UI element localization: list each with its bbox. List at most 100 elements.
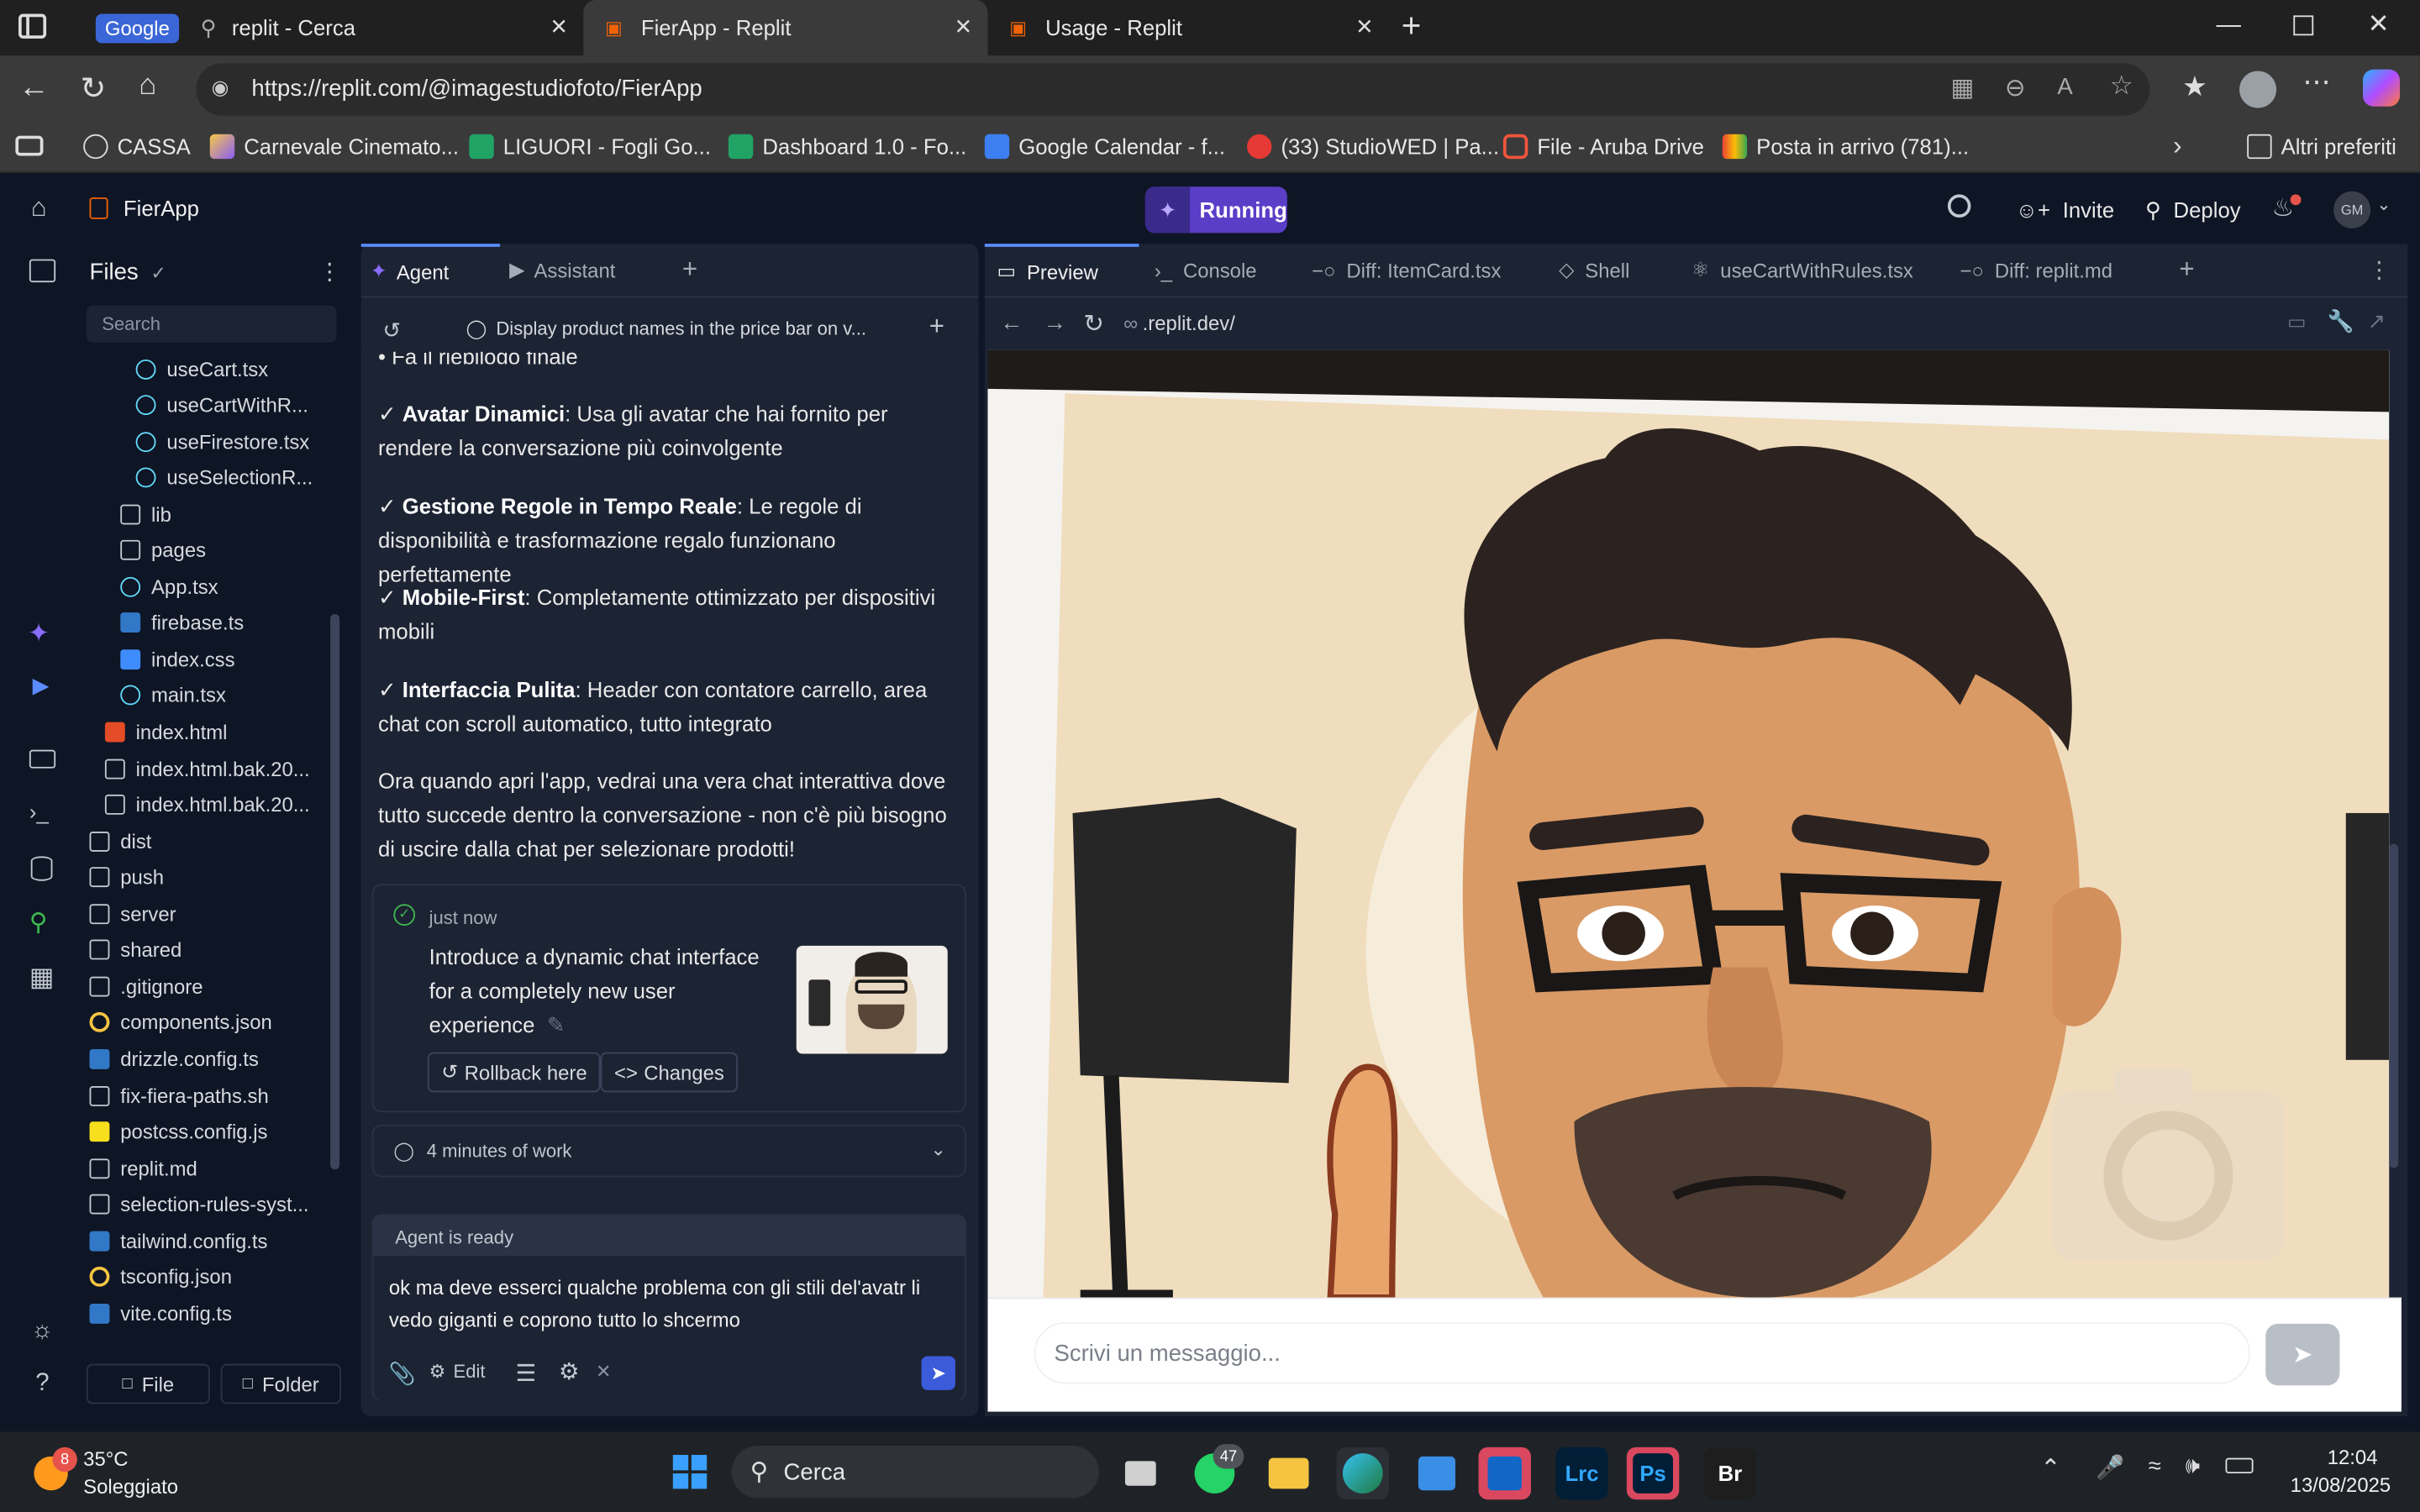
more-icon[interactable]: ⋮ [2367,244,2391,296]
close-window-icon[interactable]: ✕ [2367,9,2389,40]
run-icon[interactable]: ▶ [33,673,50,699]
close-icon[interactable]: ✕ [596,1361,611,1383]
file-tree-item[interactable]: shared [89,933,182,967]
changes-button[interactable]: <> Changes [600,1052,739,1093]
work-time-row[interactable]: ◯ 4 minutes of work ⌄ [371,1124,966,1178]
lightroom-icon[interactable]: Lrc [1555,1446,1608,1500]
bookmark-liguori[interactable]: LIGUORI - Fogli Go... [469,134,711,160]
run-status-button[interactable]: ✦ Running [1144,186,1287,234]
wifi-icon[interactable]: ≈ [2149,1453,2161,1479]
tab-preview[interactable]: ▭ Preview [984,244,1139,296]
preview-scrollbar[interactable] [2389,843,2399,1168]
tab-shell[interactable]: ◇ Shell [1559,244,1629,296]
bookmark-aruba-drive[interactable]: File - Aruba Drive [1502,134,1704,160]
home-icon[interactable]: ⌂ [31,193,47,224]
weather-widget[interactable]: 8 35°C Soleggiato [31,1446,201,1503]
edit-mode-button[interactable]: ⚙ Edit [429,1361,486,1383]
file-tree-item[interactable]: index.html [104,715,227,748]
rollback-button[interactable]: ↺ Rollback here [427,1052,602,1093]
reading-list-icon[interactable] [15,135,44,156]
new-thread-icon[interactable]: + [929,312,944,343]
theme-icon[interactable]: ☼ [31,1318,54,1346]
new-file-button[interactable]: □ File [86,1363,210,1404]
send-button[interactable]: ➤ [921,1356,955,1390]
other-favorites[interactable]: Altri preferiti [2247,134,2396,160]
file-search-input[interactable]: Search [86,305,337,343]
thread-title[interactable]: ◯ Display product names in the price bar … [466,318,866,339]
tab-assistant[interactable]: ▶ Assistant [509,244,615,296]
checkpoint-thumbnail[interactable] [796,945,948,1054]
close-tab-icon[interactable]: ✕ [955,14,973,40]
file-tree-item[interactable]: postcss.config.js [89,1115,267,1148]
prompt-input[interactable]: ok ma deve esserci qualche problema con … [373,1256,965,1401]
site-info-icon[interactable]: ◉ [212,76,229,100]
attach-icon[interactable]: 📎 [389,1361,416,1387]
deployments-icon[interactable]: ⚲ [29,907,48,938]
volume-icon[interactable]: 🕪 [2186,1453,2200,1479]
tab-usage[interactable]: ▣ Usage - Replit ✕ [987,0,1389,55]
tab-agent[interactable]: ✦ Agent [360,244,501,296]
database-icon[interactable] [30,856,53,881]
history-icon[interactable]: ↺ [383,318,402,344]
file-explorer-icon[interactable] [1262,1447,1314,1499]
bookmark-carnevale[interactable]: Carnevale Cinemato... [209,134,459,160]
zoom-icon[interactable]: ⊖ [2005,72,2026,103]
deploy-button[interactable]: ⚲ Deploy [2133,188,2253,231]
file-tree-item[interactable]: tailwind.config.ts [89,1224,267,1257]
file-tree-item[interactable]: index.html.bak.20... [104,752,310,785]
reload-icon[interactable]: ↻ [81,70,107,108]
profile-icon[interactable] [2239,71,2277,108]
apps-icon[interactable]: ▦ [1951,72,1975,103]
preview-icon[interactable] [29,749,56,769]
file-tree-item[interactable]: dist [89,824,151,858]
close-tab-icon[interactable]: ✕ [1355,14,1374,40]
invite-button[interactable]: ☺+ Invite [2003,188,2127,231]
file-tree-item[interactable]: drizzle.config.ts [89,1042,259,1076]
files-menu-icon[interactable]: ⋮ [318,258,341,286]
read-aloud-icon[interactable]: A [2057,74,2072,100]
more-icon[interactable]: ⋯ [2302,66,2330,99]
outlook-icon[interactable] [1478,1446,1532,1500]
devices-icon[interactable]: ▭ [2287,310,2307,334]
file-tree-item[interactable]: useCartWithR... [135,388,308,422]
scrollbar[interactable] [330,614,340,1170]
new-tab-icon[interactable]: + [1402,6,1422,46]
bookmark-google-calendar[interactable]: Google Calendar - f... [984,134,1225,160]
files-toggle-icon[interactable] [29,259,56,283]
bookmark-dashboard[interactable]: Dashboard 1.0 - Fo... [728,134,966,160]
tab-fierapp[interactable]: ▣ FierApp - Replit ✕ [583,0,988,56]
file-tree-item[interactable]: replit.md [89,1151,197,1184]
file-tree-item[interactable]: useCart.tsx [135,352,268,386]
file-tree-item[interactable]: firebase.ts [120,606,244,640]
microphone-icon[interactable]: 🎤 [2096,1453,2124,1481]
restore-icon[interactable] [2293,15,2314,36]
file-tree-item[interactable]: useSelectionR... [135,461,313,495]
settings-sliders-icon[interactable]: ☰ [515,1359,536,1387]
file-tree-item[interactable]: index.html.bak.20... [104,788,310,822]
open-new-window-icon[interactable]: ↗ [2367,308,2386,334]
add-tab-icon[interactable]: + [2179,244,2194,296]
agent-icon[interactable]: ✦ [28,619,50,650]
new-folder-button[interactable]: □ Folder [220,1363,341,1404]
bridge-icon[interactable]: Br [1703,1446,1757,1500]
chevron-down-icon[interactable]: ⌄ [2377,194,2391,214]
home-icon[interactable]: ⌂ [139,70,156,103]
apps-grid-icon[interactable]: ▦ [29,963,55,994]
help-icon[interactable]: ? [35,1370,49,1398]
tray-chevron-icon[interactable]: ⌃ [2040,1453,2061,1484]
add-tab-icon[interactable]: + [682,255,697,286]
file-tree-item[interactable]: useFirestore.tsx [135,424,309,458]
favorite-icon[interactable]: ☆ [2110,71,2133,102]
file-tree-item[interactable]: main.tsx [120,679,226,712]
file-tree-item[interactable]: vite.config.ts [89,1296,232,1330]
task-view-icon[interactable] [1114,1447,1166,1499]
bookmark-cassa[interactable]: CASSA [83,134,191,160]
file-tree-item[interactable]: index.css [120,643,235,676]
tab-google-search[interactable]: Google ⚲ replit - Cerca ✕ [74,0,583,55]
chevron-right-icon[interactable]: › [2173,131,2181,162]
user-avatar[interactable]: GM [2333,191,2371,228]
file-tree-item[interactable]: pages [120,533,206,567]
clock-date[interactable]: 13/08/2025 [2291,1473,2391,1497]
extension-icon[interactable]: ⚙ [559,1357,580,1385]
back-icon[interactable]: ← [18,71,50,106]
